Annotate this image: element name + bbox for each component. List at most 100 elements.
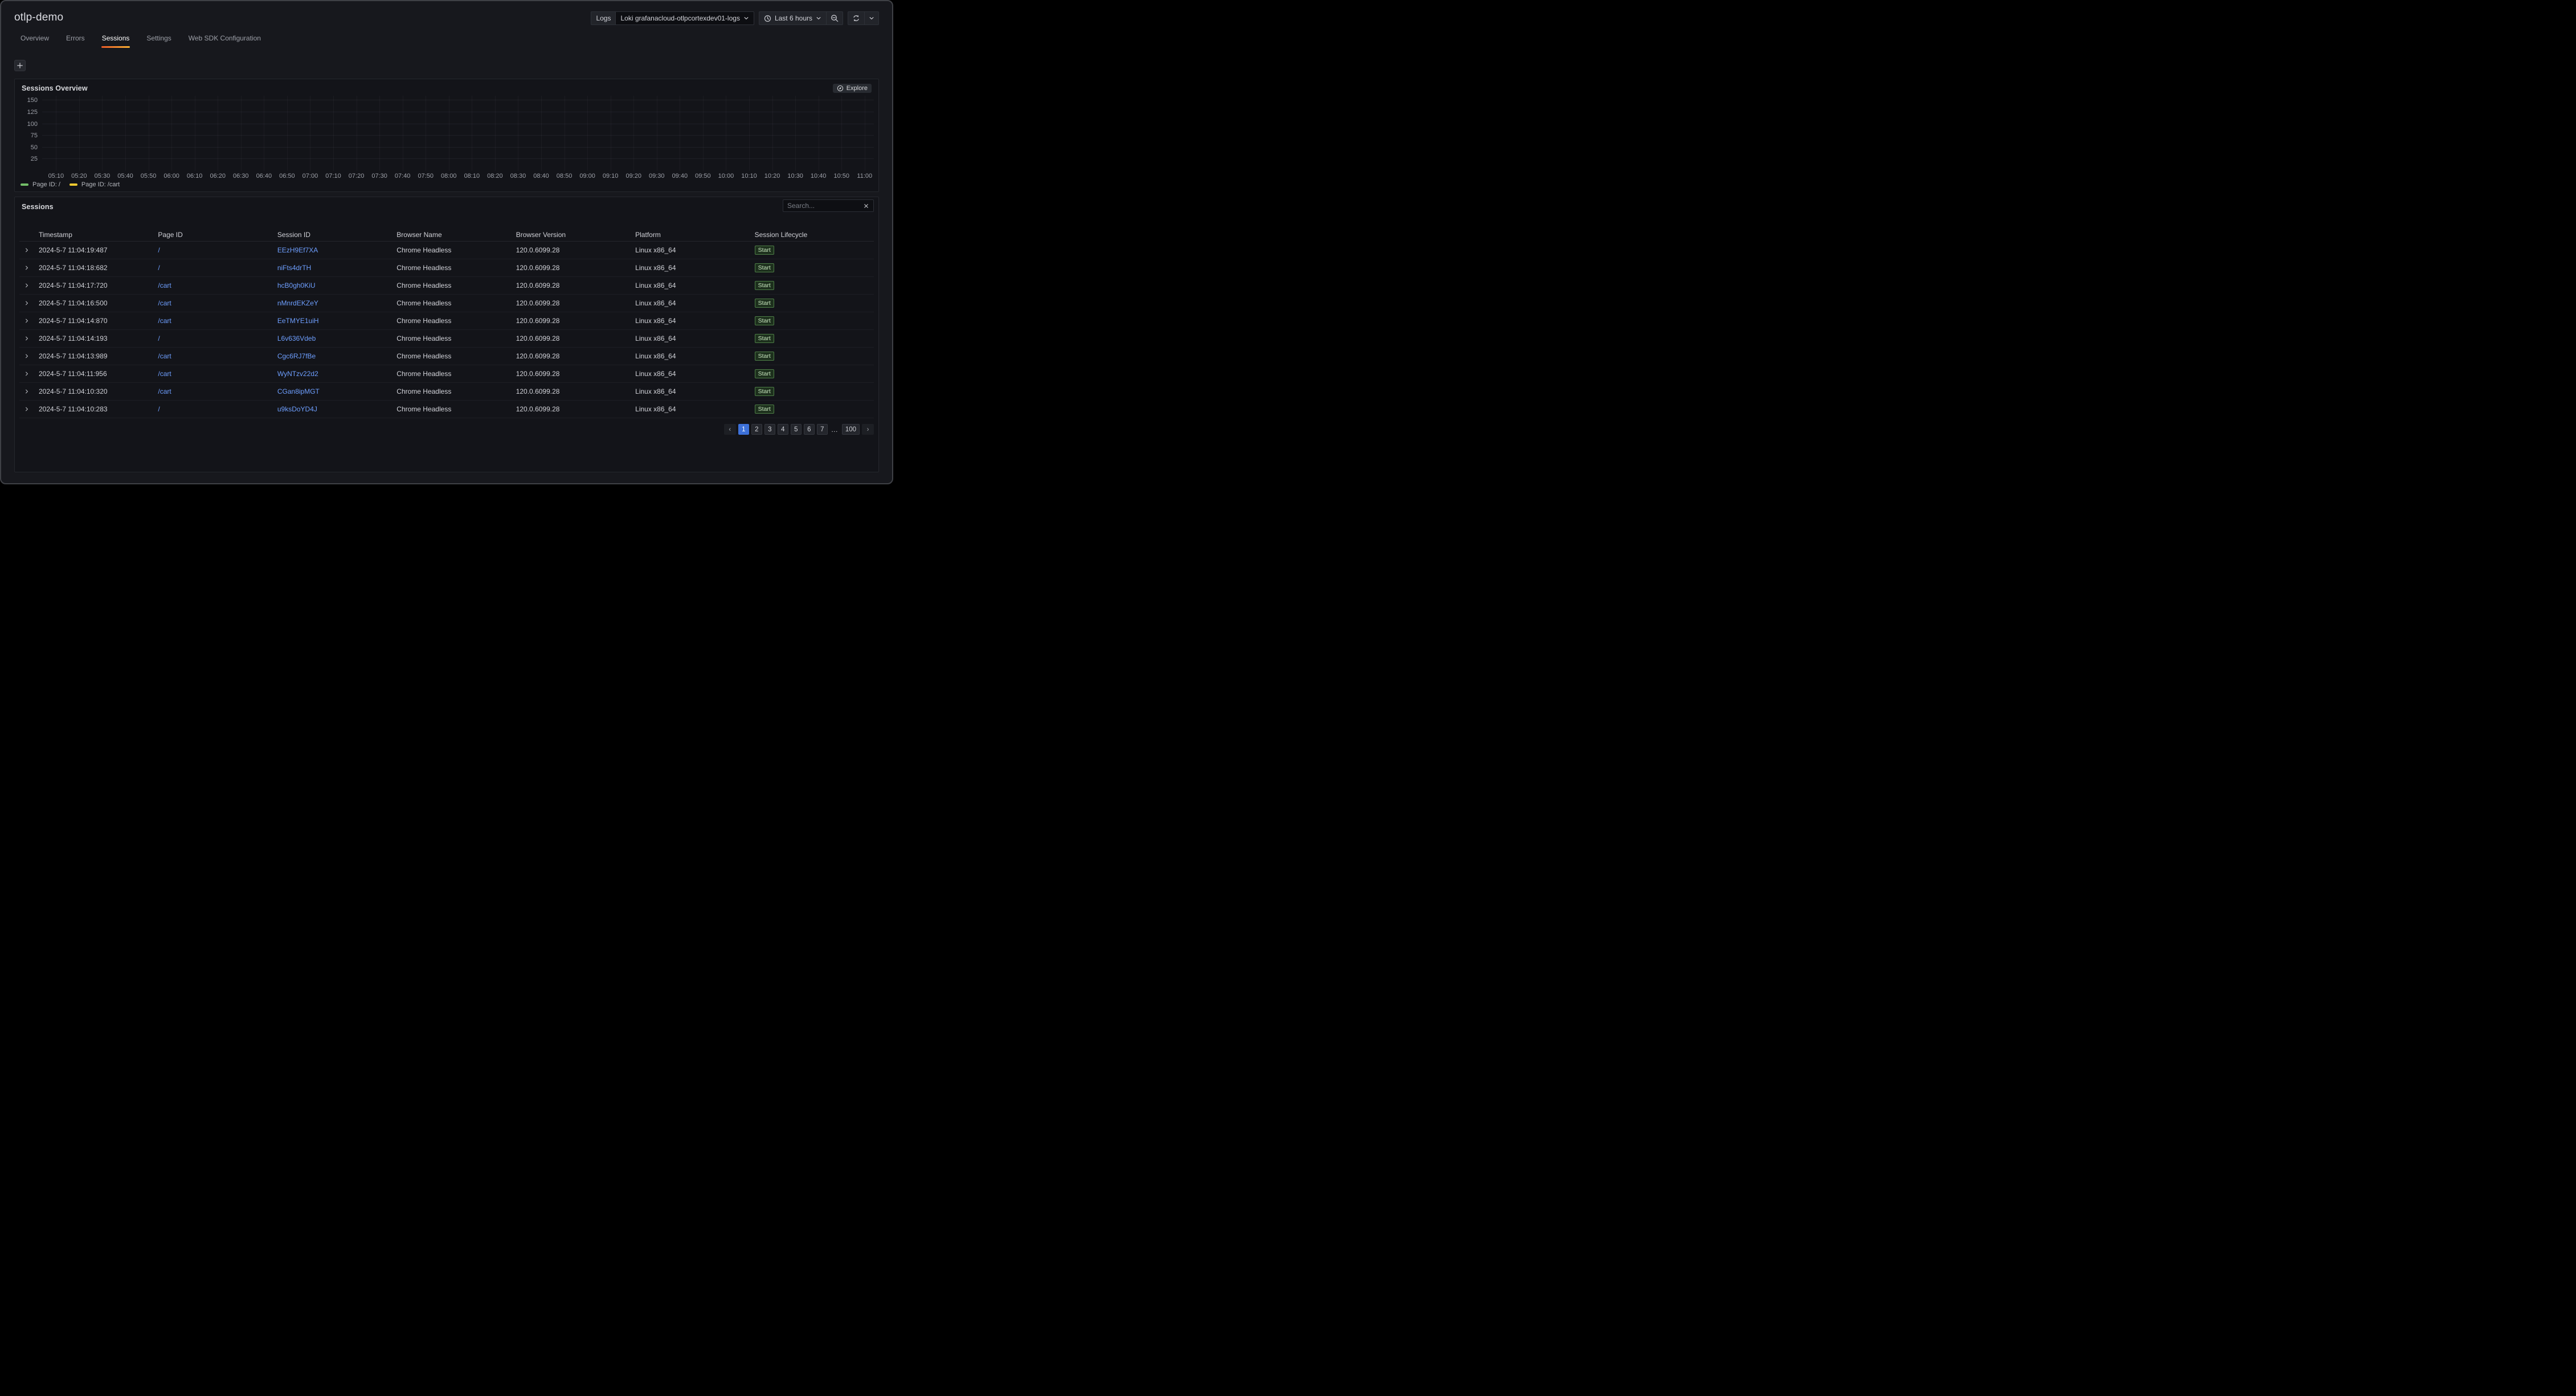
x-tick-label: 06:00 — [163, 173, 179, 179]
refresh-interval-button[interactable] — [864, 12, 878, 25]
cell-page-id[interactable]: /cart — [158, 299, 277, 307]
cell-lifecycle: Start — [755, 352, 874, 361]
x-tick-label: 10:50 — [833, 173, 849, 179]
chevron-down-icon — [816, 15, 821, 21]
x-tick-label: 05:40 — [117, 173, 133, 179]
legend-item[interactable]: Page ID: /cart — [69, 181, 120, 188]
pagination-page-button[interactable]: 4 — [778, 424, 788, 435]
y-tick-label: 50 — [31, 144, 38, 151]
cell-session-id[interactable]: CGan8ipMGT — [277, 387, 396, 395]
panel-sessions: Sessions Timestamp Page ID Session ID Br… — [14, 197, 879, 472]
cell-browser-name: Chrome Headless — [396, 281, 516, 289]
zoom-out-icon — [831, 14, 839, 22]
cell-page-id[interactable]: /cart — [158, 281, 277, 289]
x-tick-label: 07:00 — [302, 173, 318, 179]
tab-overview[interactable]: Overview — [20, 32, 50, 49]
clear-search-icon[interactable] — [863, 203, 869, 209]
cell-page-id[interactable]: /cart — [158, 317, 277, 325]
cell-browser-version: 120.0.6099.28 — [516, 370, 635, 378]
row-expander-icon[interactable] — [24, 353, 39, 359]
time-range-button[interactable]: Last 6 hours — [759, 12, 826, 25]
x-tick-label: 10:00 — [718, 173, 734, 179]
panel-sessions-header: Sessions — [19, 201, 874, 213]
cell-platform: Linux x86_64 — [635, 370, 754, 378]
add-panel-button[interactable] — [14, 60, 26, 71]
explore-button[interactable]: Explore — [833, 84, 872, 93]
cell-page-id[interactable]: / — [158, 405, 277, 413]
legend-item[interactable]: Page ID: / — [21, 181, 60, 188]
tab-sessions[interactable]: Sessions — [101, 32, 130, 49]
lifecycle-badge: Start — [755, 316, 774, 325]
clock-icon — [764, 15, 771, 22]
tab-settings[interactable]: Settings — [146, 32, 171, 49]
pagination-page-button[interactable]: 100 — [842, 424, 860, 435]
pagination-next-button[interactable]: › — [862, 424, 874, 435]
column-header-session-lifecycle: Session Lifecycle — [755, 231, 874, 239]
lifecycle-badge: Start — [755, 405, 774, 414]
chart-bars — [42, 96, 874, 171]
cell-page-id[interactable]: /cart — [158, 352, 277, 360]
plus-icon — [17, 62, 23, 69]
search-box — [783, 199, 874, 212]
row-expander-icon[interactable] — [24, 300, 39, 306]
row-expander-icon[interactable] — [24, 336, 39, 341]
x-tick-label: 08:20 — [487, 173, 503, 179]
explore-label: Explore — [847, 85, 868, 92]
pagination-page-button[interactable]: 7 — [817, 424, 828, 435]
row-expander-icon[interactable] — [24, 406, 39, 412]
datasource-select[interactable]: Loki grafanacloud-otlpcortexdev01-logs — [615, 12, 753, 25]
cell-platform: Linux x86_64 — [635, 334, 754, 342]
cell-platform: Linux x86_64 — [635, 264, 754, 272]
cell-session-id[interactable]: L6v636Vdeb — [277, 334, 396, 342]
cell-session-id[interactable]: u9ksDoYD4J — [277, 405, 396, 413]
cell-session-id[interactable]: EEzH9Ef7XA — [277, 246, 396, 254]
x-tick-label: 08:40 — [533, 173, 549, 179]
row-expander-icon[interactable] — [24, 247, 39, 253]
cell-browser-name: Chrome Headless — [396, 299, 516, 307]
cell-browser-name: Chrome Headless — [396, 405, 516, 413]
pagination-page-button[interactable]: 2 — [751, 424, 762, 435]
cell-page-id[interactable]: /cart — [158, 387, 277, 395]
cell-browser-version: 120.0.6099.28 — [516, 334, 635, 342]
row-expander-icon[interactable] — [24, 318, 39, 324]
cell-page-id[interactable]: /cart — [158, 370, 277, 378]
lifecycle-badge: Start — [755, 299, 774, 308]
refresh-button[interactable] — [848, 12, 864, 25]
cell-page-id[interactable]: / — [158, 334, 277, 342]
pagination-prev-button[interactable]: ‹ — [724, 424, 736, 435]
pagination-page-button[interactable]: 1 — [738, 424, 749, 435]
pagination-page-button[interactable]: 5 — [791, 424, 802, 435]
legend-swatch-icon — [69, 183, 77, 186]
dashboard-toolbar: Logs Loki grafanacloud-otlpcortexdev01-l… — [591, 11, 879, 25]
x-tick-label: 10:20 — [764, 173, 780, 179]
cell-session-id[interactable]: nMnrdEKZeY — [277, 299, 396, 307]
lifecycle-badge: Start — [755, 334, 774, 343]
cell-browser-name: Chrome Headless — [396, 352, 516, 360]
datasource-label: Logs — [591, 12, 615, 25]
lifecycle-badge: Start — [755, 263, 774, 272]
pagination-page-button[interactable]: 3 — [764, 424, 775, 435]
tab-errors[interactable]: Errors — [66, 32, 85, 49]
pagination-page-button[interactable]: 6 — [804, 424, 815, 435]
cell-session-id[interactable]: EeTMYE1uiH — [277, 317, 396, 325]
chart-y-axis: 255075100125150 — [19, 96, 42, 171]
row-expander-icon[interactable] — [24, 265, 39, 271]
cell-timestamp: 2024-5-7 11:04:10:320 — [39, 387, 158, 395]
cell-timestamp: 2024-5-7 11:04:18:682 — [39, 264, 158, 272]
cell-platform: Linux x86_64 — [635, 281, 754, 289]
tab-web-sdk-configuration[interactable]: Web SDK Configuration — [188, 32, 261, 49]
cell-session-id[interactable]: Cgc6RJ7fBe — [277, 352, 396, 360]
cell-session-id[interactable]: WyNTzv22d2 — [277, 370, 396, 378]
row-expander-icon[interactable] — [24, 283, 39, 288]
zoom-out-button[interactable] — [826, 12, 843, 25]
table-row: 2024-5-7 11:04:10:283/u9ksDoYD4JChrome H… — [19, 401, 874, 418]
cell-page-id[interactable]: / — [158, 246, 277, 254]
row-expander-icon[interactable] — [24, 371, 39, 377]
cell-lifecycle: Start — [755, 387, 874, 396]
table-row: 2024-5-7 11:04:11:956/cartWyNTzv22d2Chro… — [19, 365, 874, 383]
search-input[interactable] — [787, 202, 863, 210]
cell-page-id[interactable]: / — [158, 264, 277, 272]
cell-session-id[interactable]: niFts4drTH — [277, 264, 396, 272]
cell-session-id[interactable]: hcB0gh0KiU — [277, 281, 396, 289]
row-expander-icon[interactable] — [24, 389, 39, 394]
